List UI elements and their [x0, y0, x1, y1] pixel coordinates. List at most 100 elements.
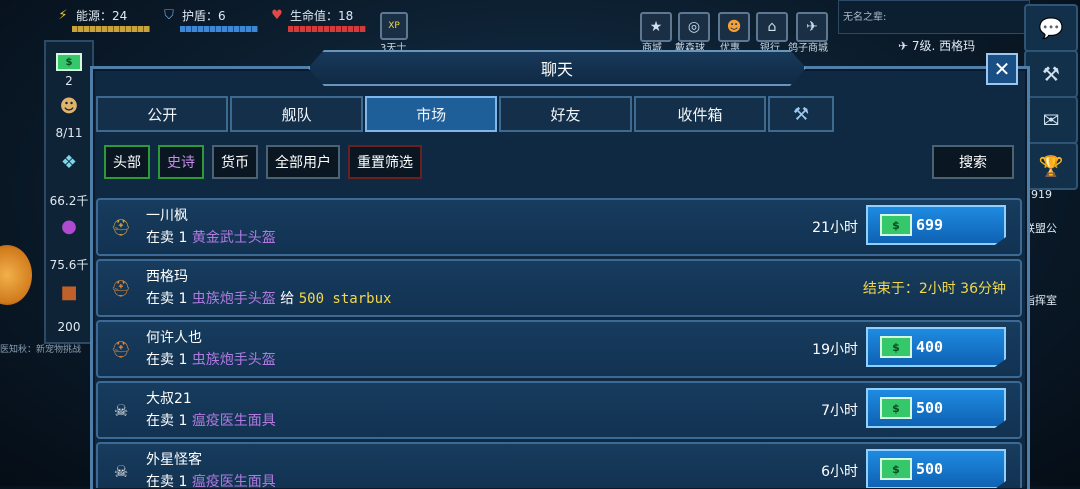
plane-icon[interactable]: ✈: [796, 12, 828, 42]
player-level-text: 7级. 西格玛: [911, 39, 976, 53]
crew-value: 8/11: [55, 126, 83, 140]
xp-label: XP: [388, 21, 400, 31]
seller-name: 西格玛: [146, 269, 188, 285]
time-left: 21小时: [812, 220, 858, 236]
cash-icon: $: [880, 458, 912, 480]
top-status-bar: ⚡ 能源：24 ⛉ 护盾：6 ♥ 生命值：18 XP 3天士 ★ 商城 ◎ 戴森…: [0, 0, 1080, 54]
ship-icon: ✈: [898, 39, 909, 53]
time-left: 19小时: [812, 342, 858, 358]
helmet-icon: ⛑: [110, 339, 132, 359]
tab-friends[interactable]: 好友: [499, 96, 632, 132]
gas-value: 75.6千: [49, 258, 89, 272]
player-level: ✈ 7级. 西格玛: [898, 37, 975, 54]
star-icon[interactable]: ★: [640, 12, 672, 42]
listing-desc: 在卖 1 黄金武士头盔: [146, 227, 276, 247]
mask-icon: ☠: [113, 461, 129, 481]
listing-desc: 在卖 1 瘟疫医生面具: [146, 410, 276, 430]
sphere-icon[interactable]: ◎: [678, 12, 710, 42]
time-left: 6小时: [821, 464, 858, 480]
hp-stat: ♥ 生命值：18: [268, 6, 353, 24]
listing-row[interactable]: ⛑ 何许人也 在卖 1 虫族炮手头盔 19小时 $400: [96, 320, 1022, 378]
buy-price: 699: [916, 216, 944, 234]
player-header: 无名之辈:: [838, 0, 1030, 34]
item-name: 虫族炮手头盔: [191, 291, 276, 307]
trophy-icon[interactable]: 🏆: [1024, 142, 1078, 190]
buy-price: 400: [916, 338, 944, 356]
panel-title: 聊天: [308, 50, 806, 86]
chat-tabs: 公开 舰队 市场 好友 收件箱 ⚒: [96, 96, 836, 132]
cash-icon: $: [54, 48, 84, 76]
xp-icon[interactable]: XP: [380, 12, 408, 40]
listing-prefix: 在卖 1: [146, 413, 188, 429]
listing-prefix: 在卖 1: [146, 230, 188, 246]
buy-button[interactable]: $500: [866, 449, 1006, 488]
search-button[interactable]: 搜索: [932, 145, 1014, 179]
mineral-icon: ❖: [60, 151, 78, 173]
item-name: 瘟疫医生面具: [191, 413, 276, 429]
filter-head[interactable]: 头部: [104, 145, 150, 179]
crew-icon: ☻: [59, 95, 79, 117]
give-price: 500 starbux: [298, 291, 392, 307]
buy-price: 500: [916, 460, 944, 478]
energy-stat: ⚡ 能源：24: [54, 6, 127, 24]
listing-row[interactable]: ⛑ 西格玛 在卖 1 虫族炮手头盔 给 500 starbux 结束于：2小时 …: [96, 259, 1022, 317]
close-button[interactable]: ✕: [986, 53, 1018, 85]
left-footer-text: 医知秋：新宠物挑战: [0, 345, 82, 355]
tab-public[interactable]: 公开: [96, 96, 229, 132]
shield-stat: ⛉ 护盾：6: [160, 6, 226, 24]
seller-name: 外星怪客: [146, 452, 202, 468]
seller-name: 一川枫: [146, 208, 188, 224]
mineral-value: 66.2千: [49, 194, 89, 208]
hammer-icon: ⚒: [793, 103, 810, 125]
mail-icon[interactable]: ✉: [1024, 96, 1078, 144]
helmet-icon: ⛑: [110, 278, 132, 298]
shield-icon: ⛉: [164, 7, 174, 23]
bank-icon[interactable]: ⌂: [756, 12, 788, 42]
listing-row[interactable]: ☠ 外星怪客 在卖 1 瘟疫医生面具 6小时 $500: [96, 442, 1022, 488]
chat-bubble-icon[interactable]: 💬: [1024, 4, 1078, 52]
cash-value: 2: [65, 74, 73, 88]
filter-currency[interactable]: 货币: [212, 145, 258, 179]
tab-inbox[interactable]: 收件箱: [633, 96, 767, 132]
listing-prefix: 在卖 1: [146, 291, 188, 307]
tab-market[interactable]: 市场: [364, 96, 498, 132]
seller-name: 何许人也: [146, 330, 202, 346]
buy-button[interactable]: $500: [866, 388, 1006, 428]
buy-price: 500: [916, 399, 944, 417]
gas-icon: ●: [61, 215, 77, 237]
cash-icon: $: [880, 397, 912, 419]
energy-label: 能源：24: [76, 8, 128, 23]
ended-label: 结束于：2小时 36分钟: [862, 281, 1006, 297]
lightning-icon: ⚡: [58, 7, 68, 23]
shield-bar: [180, 26, 258, 32]
tab-fleet[interactable]: 舰队: [230, 96, 363, 132]
filter-reset[interactable]: 重置筛选: [348, 145, 422, 179]
player-header-label: 无名之辈:: [843, 12, 887, 23]
deal-icon[interactable]: ☻: [718, 12, 750, 42]
pigeon-shop-label: 鸽子商城: [788, 43, 828, 54]
buy-button[interactable]: $699: [866, 205, 1006, 245]
hp-bar: [288, 26, 366, 32]
cash-symbol: $: [56, 53, 82, 71]
energy-bar: [72, 26, 150, 32]
give-label: 给: [280, 291, 295, 307]
buy-button[interactable]: $400: [866, 327, 1006, 367]
seller-name: 大叔21: [146, 391, 192, 407]
filter-bar: 头部 史诗 货币 全部用户 重置筛选: [104, 145, 422, 179]
filter-epic[interactable]: 史诗: [158, 145, 204, 179]
listing-row[interactable]: ⛑ 一川枫 在卖 1 黄金武士头盔 21小时 $699: [96, 198, 1022, 256]
tab-tools[interactable]: ⚒: [768, 96, 834, 132]
cash-icon: $: [880, 214, 912, 236]
shield-label: 护盾：6: [182, 8, 226, 23]
listing-desc: 在卖 1 瘟疫医生面具: [146, 471, 276, 488]
cargo-value: 200: [57, 320, 81, 334]
heart-icon: ♥: [271, 7, 283, 23]
hammer-icon[interactable]: ⚒: [1024, 50, 1078, 98]
item-name: 虫族炮手头盔: [191, 352, 276, 368]
mask-icon: ☠: [113, 400, 129, 420]
helmet-icon: ⛑: [110, 217, 132, 237]
listing-row[interactable]: ☠ 大叔21 在卖 1 瘟疫医生面具 7小时 $500: [96, 381, 1022, 439]
listing-prefix: 在卖 1: [146, 352, 188, 368]
filter-all-users[interactable]: 全部用户: [266, 145, 340, 179]
hp-label: 生命值：18: [290, 8, 354, 23]
